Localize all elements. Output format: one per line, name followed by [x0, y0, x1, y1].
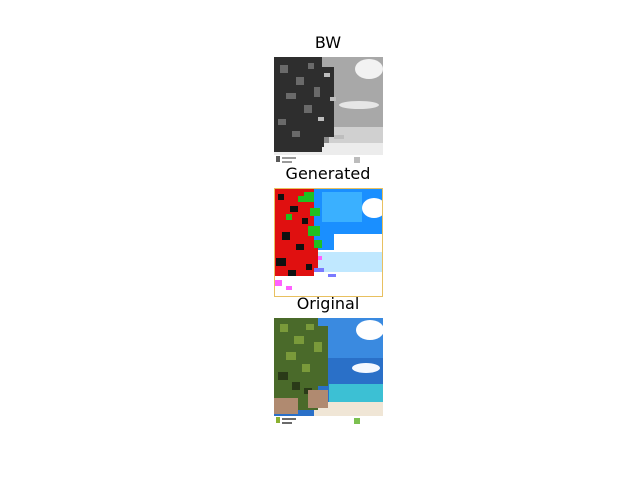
panel-title-original: Original: [296, 294, 360, 313]
panel-title-bw: BW: [314, 33, 342, 52]
generated-image: [274, 188, 383, 297]
panel-title-generated: Generated: [285, 164, 371, 183]
original-image: [274, 318, 383, 427]
bw-image: [274, 57, 383, 166]
